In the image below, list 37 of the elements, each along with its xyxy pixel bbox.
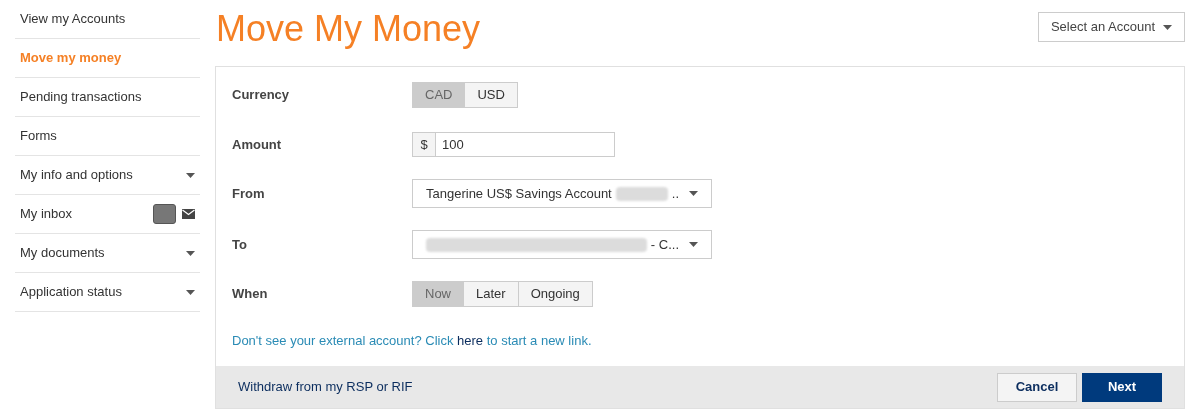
field-label: When	[232, 285, 269, 304]
sidebar-item[interactable]: Application status	[15, 273, 200, 312]
segment-button[interactable]: Ongoing	[517, 281, 593, 307]
cancel-button[interactable]: Cancel	[997, 372, 1077, 402]
amount-field[interactable]: 100	[436, 132, 615, 157]
next-button[interactable]: Next	[1082, 372, 1162, 402]
external-account-note: Don't see your external account? Click here to start a new link.	[232, 332, 593, 350]
redacted-text	[615, 186, 668, 201]
field-label: From	[232, 184, 266, 203]
redacted-badge	[153, 204, 176, 224]
mail-icon	[182, 209, 195, 219]
field-label: To	[232, 235, 248, 254]
caret-icon	[186, 289, 195, 295]
to-dropdown[interactable]: - C...	[412, 230, 712, 259]
field-label: Currency	[232, 86, 291, 105]
caret-icon	[186, 250, 195, 256]
field-label: Amount	[232, 135, 283, 154]
segment-button[interactable]: Now	[412, 281, 464, 307]
caret-icon	[689, 191, 698, 196]
sidebar-item[interactable]: Pending transactions	[15, 78, 200, 117]
currency-prefix: $	[412, 132, 436, 157]
caret-icon	[186, 172, 195, 178]
caret-icon	[689, 242, 698, 247]
segment-button[interactable]: Later	[463, 281, 519, 307]
account-selector[interactable]: Select an Account	[1037, 12, 1185, 42]
sidebar-item[interactable]: Forms	[15, 117, 200, 156]
sidebar-item[interactable]: View my Accounts	[15, 0, 200, 39]
here-link[interactable]: here	[457, 333, 484, 348]
caret-icon	[1163, 24, 1172, 30]
segment-button[interactable]: CAD	[412, 82, 466, 108]
from-dropdown[interactable]: Tangerine US$ Savings Account ..	[412, 179, 712, 208]
sidebar-item[interactable]: My inbox	[15, 195, 200, 234]
sidebar-item[interactable]: My documents	[15, 234, 200, 273]
page-title: Move My Money	[215, 11, 481, 47]
withdraw-link[interactable]: Withdraw from my RSP or RIF	[238, 377, 413, 397]
sidebar-item[interactable]: My info and options	[15, 156, 200, 195]
segment-button[interactable]: USD	[464, 82, 518, 108]
